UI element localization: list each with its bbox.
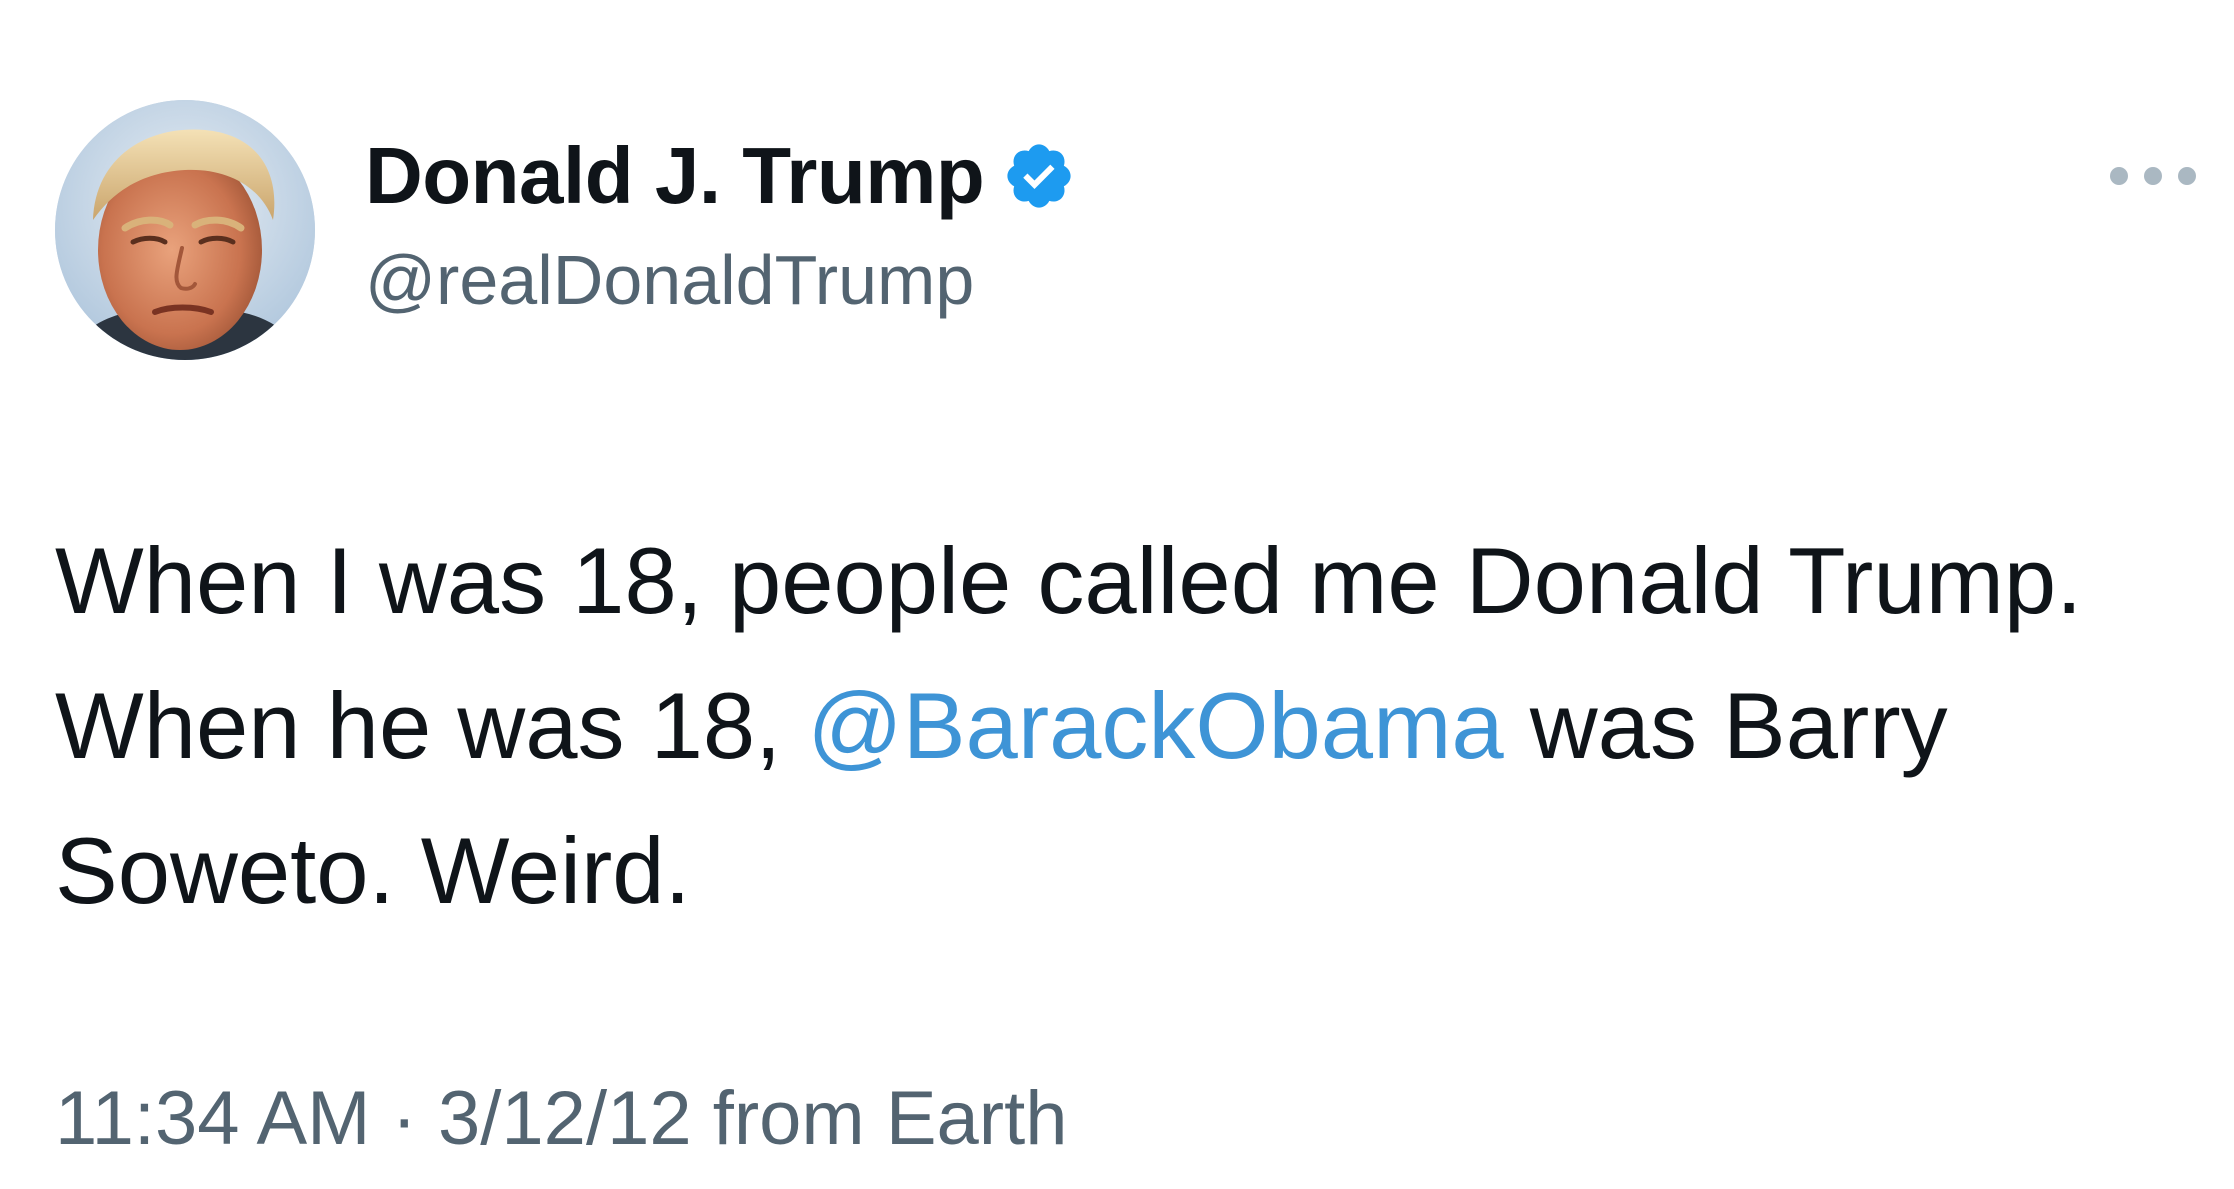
verified-badge-icon <box>1002 139 1076 213</box>
author-name-row: Donald J. Trump <box>365 128 1076 224</box>
tweet-body-line-1: When I was 18, people called me Donald T… <box>55 528 2083 633</box>
avatar-photo <box>55 100 315 360</box>
tweet-date[interactable]: 3/12/12 <box>438 1076 692 1161</box>
author-display-name[interactable]: Donald J. Trump <box>365 128 985 224</box>
tweet-metadata: 11:34 AM · 3/12/12 from Earth <box>55 1074 1068 1164</box>
avatar[interactable] <box>55 100 315 360</box>
tweet-card: Donald J. Trump @realDonaldTrump When I … <box>0 0 2234 1189</box>
tweet-body: When I was 18, people called me Donald T… <box>55 508 2215 943</box>
meta-separator: · <box>391 1076 417 1161</box>
author-handle[interactable]: @realDonaldTrump <box>365 238 974 322</box>
more-options-ellipsis-icon[interactable] <box>2110 156 2196 196</box>
tweet-source: from Earth <box>712 1076 1068 1161</box>
ellipsis-dot <box>2110 167 2128 185</box>
mention-link[interactable]: @BarackObama <box>807 673 1503 778</box>
tweet-body-line-3: Soweto. Weird. <box>55 818 691 923</box>
tweet-time[interactable]: 11:34 AM <box>55 1076 370 1161</box>
tweet-body-text: was Barry <box>1529 673 1948 778</box>
ellipsis-dot <box>2178 167 2196 185</box>
tweet-body-text: When he was 18, <box>55 673 782 778</box>
tweet-body-line-2: When he was 18, @BarackObama was Barry <box>55 653 2215 798</box>
ellipsis-dot <box>2144 167 2162 185</box>
